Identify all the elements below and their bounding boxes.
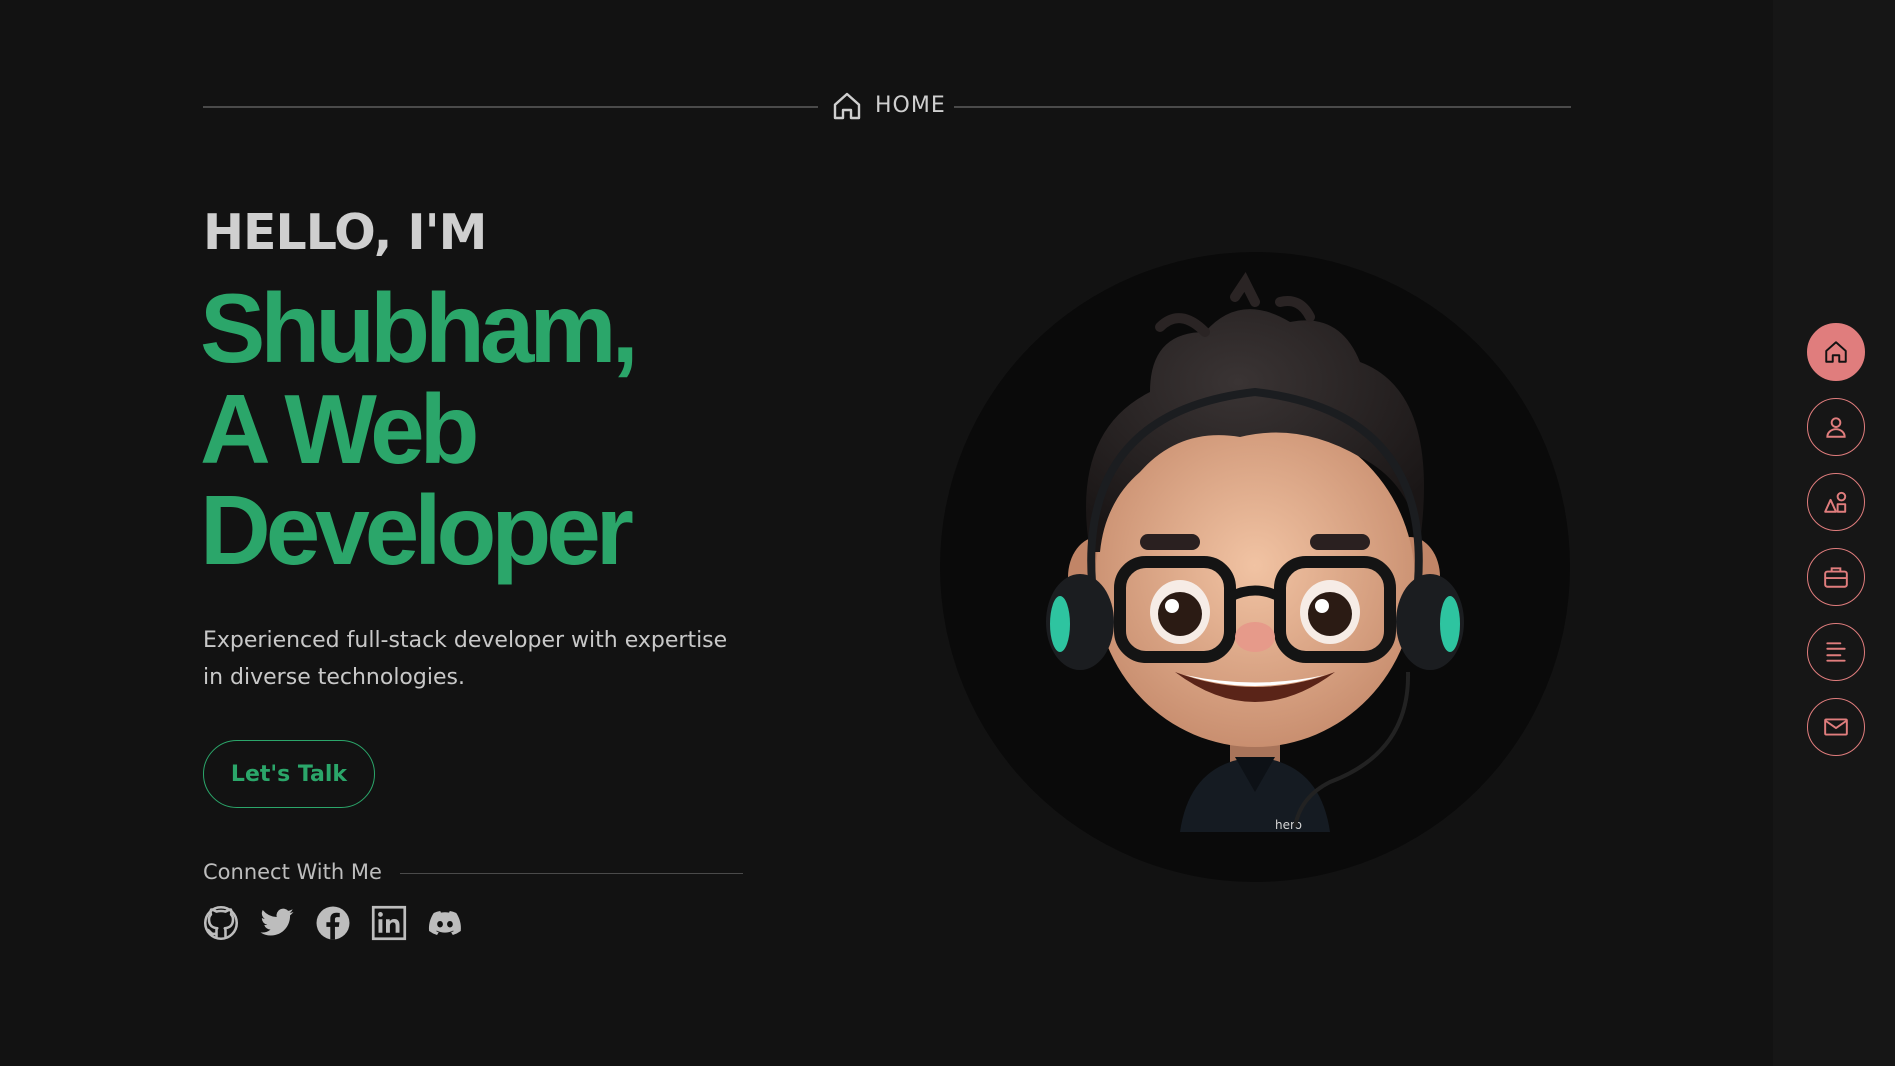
twitter-icon[interactable] [259, 905, 295, 941]
shapes-icon [1824, 491, 1847, 513]
greeting: HELLO, I'M [203, 204, 487, 261]
bio-line: Experienced full-stack developer with ex… [203, 628, 728, 653]
align-icon [1826, 642, 1846, 662]
headline-line: Shubham, [200, 273, 639, 383]
facebook-icon[interactable] [315, 905, 351, 941]
section-title: HOME [875, 93, 946, 118]
side-nav [1773, 0, 1895, 1066]
connect-divider [400, 873, 743, 874]
home-icon [833, 92, 861, 120]
nav-timeline-button[interactable] [1807, 623, 1865, 681]
lets-talk-button[interactable]: Let's Talk [203, 740, 375, 808]
nav-contact-button[interactable] [1807, 698, 1865, 756]
main-content: HOME HELLO, I'M Shubham, A Web Developer… [0, 0, 1773, 1066]
headline-line: A Web [200, 374, 479, 484]
section-header: HOME [203, 88, 1571, 128]
nav-skills-button[interactable] [1807, 473, 1865, 531]
user-icon [1826, 417, 1846, 438]
avatar-illustration: hero [1046, 272, 1464, 832]
connect-label: Connect With Me [203, 860, 382, 884]
nav-portfolio-button[interactable] [1807, 548, 1865, 606]
headline: Shubham, A Web Developer [200, 278, 760, 581]
briefcase-icon [1824, 567, 1848, 588]
avatar: hero [940, 252, 1570, 882]
mail-icon [1824, 718, 1848, 736]
github-icon[interactable] [203, 905, 239, 941]
discord-icon[interactable] [427, 905, 463, 941]
bio: Experienced full-stack developer with ex… [203, 622, 743, 696]
nav-about-button[interactable] [1807, 398, 1865, 456]
nav-home-button[interactable] [1807, 323, 1865, 381]
headline-line: Developer [200, 475, 634, 585]
header-divider-left [203, 106, 818, 108]
home-icon [1825, 341, 1847, 363]
header-divider-right [954, 106, 1571, 108]
linkedin-icon[interactable] [371, 905, 407, 941]
bio-line: in diverse technologies. [203, 665, 465, 690]
